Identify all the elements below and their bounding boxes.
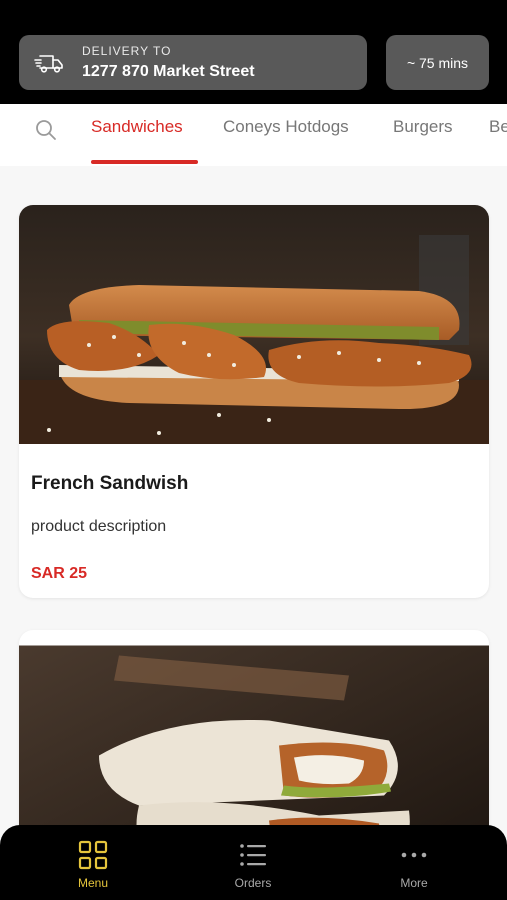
nav-menu-label: Menu <box>77 876 109 890</box>
tab-coneys-hotdogs[interactable]: Coneys Hotdogs <box>223 117 349 137</box>
header: DELIVERY TO 1277 870 Market Street ~ 75 … <box>0 0 507 104</box>
delivery-address-button[interactable]: DELIVERY TO 1277 870 Market Street <box>19 35 367 90</box>
nav-more[interactable]: More <box>364 839 464 890</box>
delivery-label: DELIVERY TO <box>82 44 172 58</box>
category-tabs: Sandwiches Coneys Hotdogs Burgers Be <box>0 104 507 166</box>
list-icon <box>240 844 266 866</box>
product-card[interactable]: French Sandwish product description SAR … <box>19 205 489 598</box>
product-name: French Sandwish <box>31 473 189 494</box>
nav-more-label: More <box>400 876 428 890</box>
product-price: SAR 25 <box>31 565 88 582</box>
tab-sandwiches[interactable]: Sandwiches <box>91 117 183 137</box>
tab-burgers[interactable]: Burgers <box>393 117 453 137</box>
bottom-navigation: Menu Orders More <box>0 825 507 900</box>
more-dots-icon <box>401 852 427 858</box>
product-image-sandwich <box>19 205 489 444</box>
nav-orders-label: Orders <box>234 876 272 890</box>
product-description: product description <box>31 518 167 535</box>
active-tab-indicator <box>91 160 198 164</box>
delivery-address: 1277 870 Market Street <box>82 63 255 80</box>
grid-icon <box>78 840 108 870</box>
tab-more-categories[interactable]: Be <box>489 117 507 137</box>
delivery-truck-icon <box>34 54 63 73</box>
nav-menu[interactable]: Menu <box>43 839 143 890</box>
delivery-time-button[interactable]: ~ 75 mins <box>386 35 489 90</box>
search-icon[interactable] <box>34 118 58 142</box>
nav-orders[interactable]: Orders <box>203 839 303 890</box>
